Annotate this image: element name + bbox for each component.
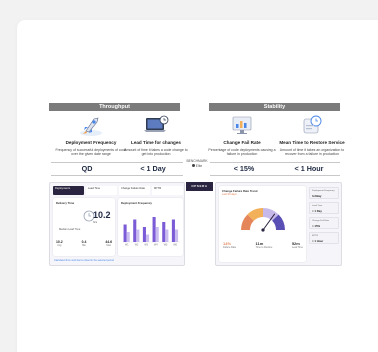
gauge-value: 10.2	[93, 210, 111, 220]
dashboard-change-failure: Change Failure Rate Trend Last 90 days 1…	[215, 182, 342, 266]
stat: 11m Time to Restore	[255, 241, 273, 249]
tab-change-failure-rate[interactable]: Change Failure Rate	[119, 186, 150, 195]
side-stat: Lead Time < 1 Day	[309, 202, 339, 214]
bar	[142, 227, 146, 242]
metric-lead-time: Lead Time for changes Amount of time it …	[124, 113, 188, 157]
gauge-hub	[261, 228, 265, 232]
metric-value: QD	[51, 162, 123, 176]
metric-deployment-frequency: Deployment Frequency Frequency of succes…	[52, 113, 130, 157]
deployment-frequency-panel: Deployment Frequency W1 W2 W3 W4 W5 W6	[118, 198, 183, 256]
metric-title: Deployment Frequency	[65, 140, 117, 145]
benchmark-dot-icon	[191, 164, 195, 168]
side-stat: MTTR < 1 Hour	[309, 232, 339, 244]
deployment-bar-chart: W1 W2 W3 W4 W5 W6	[122, 217, 180, 247]
bar	[152, 217, 156, 242]
panel-title: Delivery Time	[56, 201, 75, 205]
stat: 44.6 Max	[105, 240, 112, 247]
bar	[155, 227, 159, 242]
side-stat: Deployment Frequency 3.2/day	[309, 187, 339, 199]
bar	[162, 222, 166, 242]
metric-description: Amount of time it takes a code change to…	[124, 148, 188, 157]
bar-chart-monitor-icon	[207, 113, 277, 137]
tab-mttr[interactable]: MTTR	[152, 186, 183, 195]
tick-label: W4	[154, 244, 158, 247]
bar	[136, 229, 140, 242]
bar	[126, 232, 130, 242]
tick-label: W3	[144, 244, 148, 247]
metric-value: < 1 Hour	[278, 162, 340, 176]
gauge-panel: Change Failure Rate Trend Last 90 days 1…	[219, 186, 306, 262]
throughput-header: Throughput	[49, 103, 180, 111]
stat: 52m Lead Time	[291, 241, 303, 249]
tick-label: W2	[135, 244, 139, 247]
metric-change-fail-rate: Change Fail Rate Percentage of code depl…	[207, 113, 277, 157]
bar	[145, 234, 150, 242]
metric-mttr: Mean Time to Restore Service Amount of t…	[277, 113, 347, 157]
tick-label: W1	[125, 244, 129, 247]
metric-title: Change Fail Rate	[223, 140, 261, 145]
gauge-unit: hrs	[93, 220, 98, 224]
metric-description: Amount of time it takes an organization …	[279, 148, 345, 157]
bar	[123, 224, 127, 242]
gauge-caption: Median Lead Time	[59, 228, 81, 231]
bar	[174, 229, 179, 242]
bar	[165, 229, 169, 242]
rocket-icon	[52, 113, 130, 137]
metric-description: Percentage of code deployments causing a…	[208, 148, 276, 157]
panel-title: Deployment Frequency	[121, 201, 152, 205]
tab-lead-time[interactable]: Lead Time	[86, 186, 117, 195]
footer-note: Calculated from work items closed in the…	[54, 259, 114, 262]
stat: 14% Failure Rate	[223, 241, 237, 249]
stability-header: Stability	[209, 103, 340, 111]
brand-logo: OPSERA	[186, 182, 213, 191]
gauge-stats: 14% Failure Rate 11m Time to Restore 52m Le…	[223, 241, 303, 249]
bar	[133, 219, 137, 242]
dashboard-lead-time: Deployments Lead Time Change Failure Rat…	[49, 182, 185, 266]
metric-value: < 15%	[210, 162, 278, 176]
panel-subtitle: Last 90 days	[222, 193, 237, 196]
metric-title: Lead Time for changes	[131, 140, 181, 145]
lead-time-panel: Delivery Time 10.2 hrs Median Lead Time …	[53, 198, 115, 256]
failure-gauge	[241, 208, 285, 232]
metric-title: Mean Time to Restore Service	[279, 140, 345, 145]
restore-clock-icon	[277, 113, 347, 137]
benchmark-label: BENCHMARK Elite	[184, 159, 210, 168]
stat: 10.2 Avg	[56, 240, 63, 247]
tick-label: W6	[173, 244, 177, 247]
laptop-clock-icon	[124, 113, 188, 137]
benchmark-level: Elite	[195, 163, 203, 168]
tick-label: W5	[164, 244, 168, 247]
stat: 0.4 Min	[81, 240, 87, 247]
metric-description: Frequency of successful deployments of c…	[55, 148, 127, 157]
tab-deployments[interactable]: Deployments	[53, 186, 84, 195]
metric-value: < 1 Day	[123, 162, 183, 176]
bar	[171, 219, 175, 242]
side-stat: Change Fail Rate < 15%	[309, 217, 339, 229]
stats-row: 10.2 Avg 0.4 Min 44.6 Max	[56, 240, 112, 247]
